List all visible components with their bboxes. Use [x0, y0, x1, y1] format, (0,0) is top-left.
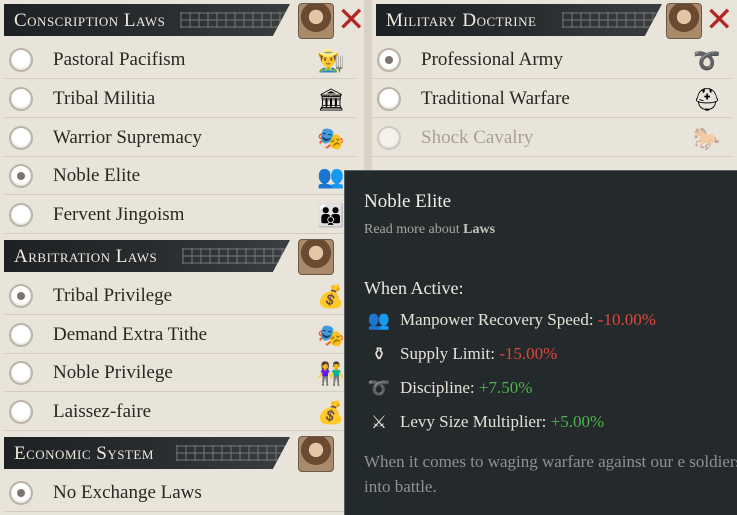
- radio-button[interactable]: [9, 87, 33, 111]
- law-row-professional-army[interactable]: Professional Army ➰: [372, 42, 732, 79]
- law-label: Shock Cavalry: [421, 127, 534, 148]
- arbitration-laws-title: Arbitration Laws: [14, 246, 158, 267]
- law-row-noble-privilege[interactable]: Noble Privilege 👫: [4, 355, 356, 392]
- law-label: Noble Privilege: [53, 362, 173, 383]
- law-label: Pastoral Pacifism: [53, 49, 186, 70]
- law-label: No Exchange Laws: [53, 482, 202, 503]
- meander-ornament: [176, 445, 286, 461]
- effect-manpower-recovery: 👥 Manpower Recovery Speed: -10.00%: [364, 308, 656, 336]
- effect-label: Levy Size Multiplier:: [400, 411, 547, 431]
- close-icon[interactable]: ✕: [705, 3, 734, 37]
- treasure-icon: 💰: [317, 284, 345, 310]
- law-row-traditional-warfare[interactable]: Traditional Warfare ⛑: [372, 81, 732, 118]
- meander-ornament: [562, 12, 662, 28]
- when-active-label: When Active:: [364, 278, 464, 298]
- radio-button[interactable]: [377, 87, 401, 111]
- effect-label: Supply Limit:: [400, 343, 495, 363]
- treasure-icon: 💰: [317, 400, 345, 426]
- ruler-portrait-icon[interactable]: [666, 3, 702, 39]
- read-more-laws-link[interactable]: Laws: [463, 222, 495, 237]
- law-label: Tribal Militia: [53, 88, 156, 109]
- ruler-portrait-icon[interactable]: [298, 239, 334, 275]
- law-label: Noble Elite: [53, 165, 141, 186]
- horse-icon: 🐎: [693, 126, 721, 152]
- whip-icon: ➰: [693, 48, 721, 74]
- radio-button-selected[interactable]: [9, 284, 33, 308]
- effect-label: Discipline:: [400, 377, 475, 397]
- effect-discipline: ➰ Discipline: +7.50%: [364, 376, 533, 404]
- meander-ornament: [182, 248, 290, 264]
- radio-button[interactable]: [9, 323, 33, 347]
- law-row-laissez-faire[interactable]: Laissez-faire 💰: [4, 394, 356, 431]
- economic-system-title: Economic System: [14, 443, 154, 464]
- radio-button[interactable]: [9, 203, 33, 227]
- effect-levy-size: ⚔ Levy Size Multiplier: +5.00%: [364, 410, 604, 438]
- radio-button-selected[interactable]: [9, 481, 33, 505]
- law-row-fervent-jingoism[interactable]: Fervent Jingoism 👪: [4, 197, 356, 234]
- radio-button-selected[interactable]: [377, 48, 401, 72]
- military-doctrine-header: Military Doctrine: [376, 4, 662, 36]
- law-row-pastoral-pacifism[interactable]: Pastoral Pacifism 👨‍🌾: [4, 42, 356, 79]
- laws-panel-left: Conscription Laws ✕ Pastoral Pacifism 👨‍…: [0, 0, 366, 515]
- law-label: Professional Army: [421, 49, 563, 70]
- military-doctrine-title: Military Doctrine: [386, 10, 537, 31]
- law-label: Laissez-faire: [53, 401, 152, 422]
- nobles-icon: 👥: [317, 164, 345, 190]
- spear-icon: ⚔: [370, 412, 388, 433]
- discipline-whip-icon: ➰: [367, 378, 391, 399]
- read-more: Read more about Laws: [364, 222, 495, 238]
- tooltip-title: Noble Elite: [364, 191, 452, 212]
- farmers-icon: 👨‍🌾: [317, 48, 345, 74]
- law-tooltip: Noble Elite Read more about Laws When Ac…: [344, 170, 737, 515]
- ruler-portrait-icon[interactable]: [298, 436, 334, 472]
- radio-button[interactable]: [9, 400, 33, 424]
- radio-button-disabled: [377, 126, 401, 150]
- manpower-icon: 👥: [367, 310, 391, 331]
- radio-button[interactable]: [9, 361, 33, 385]
- tooltip-description: When it comes to waging warfare against …: [364, 452, 737, 496]
- helmet-icon: ⛑: [693, 87, 721, 113]
- effect-value: +5.00%: [550, 411, 605, 431]
- radio-button[interactable]: [9, 126, 33, 150]
- effect-label: Manpower Recovery Speed:: [400, 309, 594, 329]
- law-label: Tribal Privilege: [53, 285, 173, 306]
- law-row-shock-cavalry: Shock Cavalry 🐎: [372, 120, 732, 157]
- law-label: Fervent Jingoism: [53, 204, 185, 225]
- conscription-laws-header: Conscription Laws: [4, 4, 290, 36]
- law-label: Warrior Supremacy: [53, 127, 202, 148]
- crowd-icon: 👪: [317, 203, 345, 229]
- conscription-laws-title: Conscription Laws: [14, 10, 166, 31]
- supply-pot-icon: ⚱: [371, 344, 387, 365]
- radio-button[interactable]: [9, 48, 33, 72]
- law-label: Traditional Warfare: [421, 88, 570, 109]
- effect-supply-limit: ⚱ Supply Limit: -15.00%: [364, 342, 557, 370]
- effect-value: +7.50%: [478, 377, 533, 397]
- meander-ornament: [180, 12, 290, 28]
- law-row-warrior-supremacy[interactable]: Warrior Supremacy 🎭: [4, 120, 356, 157]
- economic-system-header: Economic System: [4, 437, 290, 469]
- effect-value: -15.00%: [499, 343, 558, 363]
- effect-value: -10.00%: [597, 309, 656, 329]
- law-row-tribal-privilege[interactable]: Tribal Privilege 💰: [4, 278, 356, 315]
- ruler-portrait-icon[interactable]: [298, 3, 334, 39]
- temple-icon: 🏛: [317, 87, 345, 113]
- law-row-tribal-militia[interactable]: Tribal Militia 🏛: [4, 81, 356, 118]
- law-row-demand-extra-tithe[interactable]: Demand Extra Tithe 🎭: [4, 317, 356, 354]
- read-more-prefix: Read more about: [364, 222, 460, 237]
- arbitration-laws-header: Arbitration Laws: [4, 240, 290, 272]
- law-label: Demand Extra Tithe: [53, 324, 208, 345]
- masks-icon: 🎭: [317, 126, 345, 152]
- masks-icon: 🎭: [317, 323, 345, 349]
- couple-icon: 👫: [317, 361, 345, 387]
- law-row-no-exchange-laws[interactable]: No Exchange Laws: [4, 475, 356, 512]
- law-row-noble-elite[interactable]: Noble Elite 👥: [4, 158, 356, 195]
- close-icon[interactable]: ✕: [337, 3, 366, 37]
- radio-button-selected[interactable]: [9, 164, 33, 188]
